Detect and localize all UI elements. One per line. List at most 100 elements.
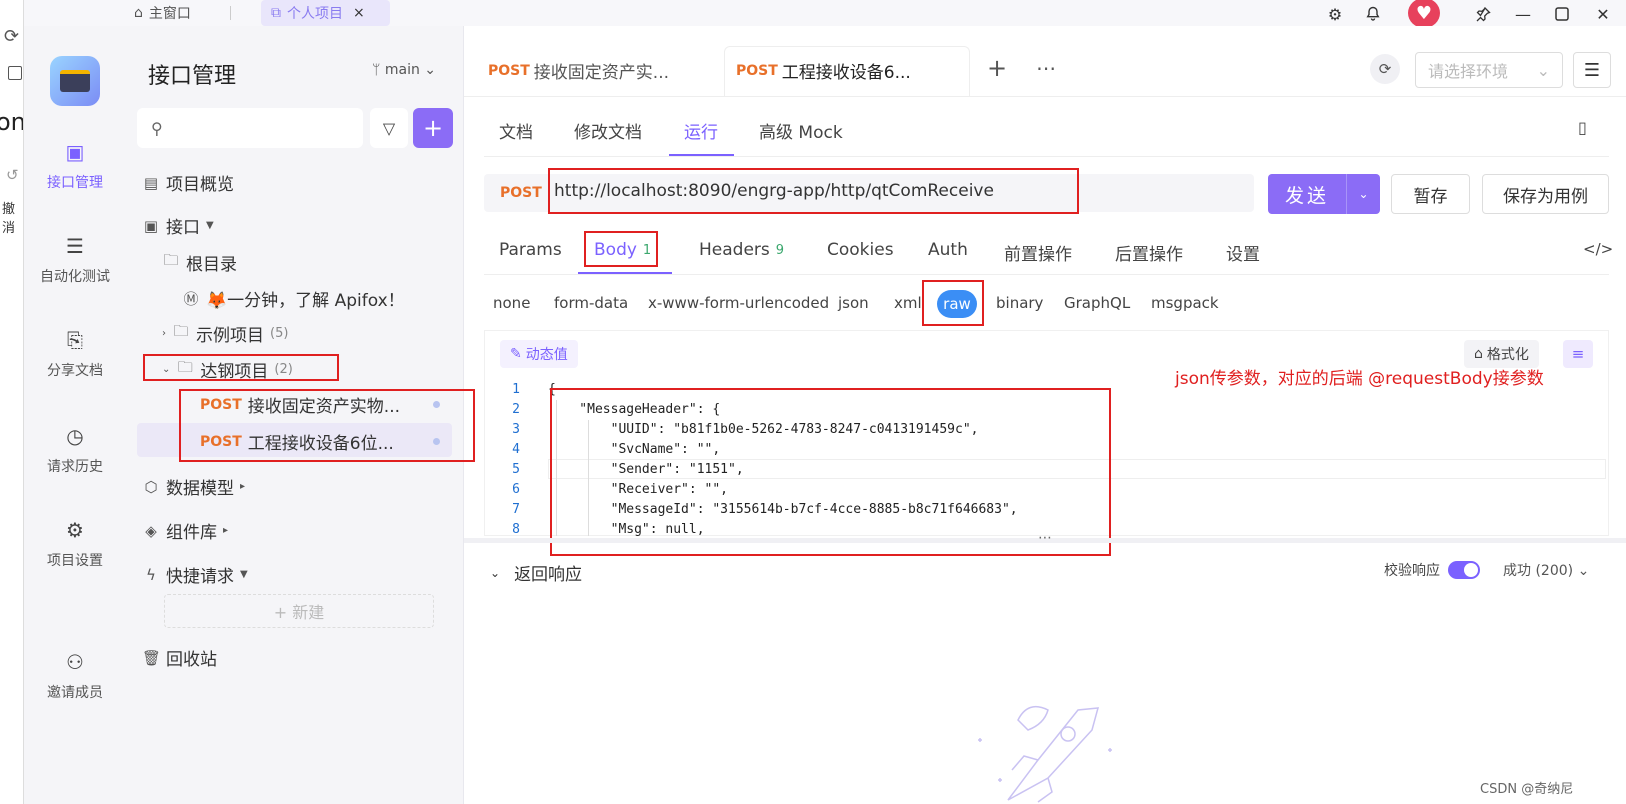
- tab-doc[interactable]: 文档: [499, 118, 533, 143]
- more-icon[interactable]: ⋯: [1036, 56, 1056, 80]
- verify-response[interactable]: 校验响应: [1384, 560, 1480, 580]
- body-type-binary[interactable]: binary: [996, 294, 1043, 312]
- send-label: 发送: [1284, 184, 1329, 207]
- gear-icon[interactable]: ⚙: [1324, 3, 1346, 25]
- chevron-right-icon[interactable]: ›: [162, 328, 166, 339]
- tab-api2[interactable]: POST 工程接收设备6...: [736, 58, 911, 84]
- pin-icon[interactable]: [1472, 3, 1494, 25]
- refresh-icon[interactable]: ⟳: [4, 26, 19, 47]
- lightning-icon: ϟ: [146, 565, 156, 584]
- wand-icon: ✎: [510, 346, 522, 362]
- body-type-msgpack[interactable]: msgpack: [1151, 294, 1219, 312]
- tab-mock[interactable]: 高级 Mock: [759, 118, 843, 143]
- verify-toggle[interactable]: [1448, 561, 1480, 579]
- search-input[interactable]: ⚲: [137, 108, 363, 148]
- tab-label: 前置操作: [1004, 245, 1072, 265]
- body-type-xml[interactable]: xml: [894, 294, 922, 312]
- filter-button[interactable]: ▽: [370, 108, 408, 148]
- tab-settings[interactable]: 设置: [1226, 240, 1260, 265]
- folder-icon: 🗀: [163, 251, 179, 269]
- tab-cookies[interactable]: Cookies: [827, 240, 894, 260]
- markdown-icon: Ⓜ: [183, 290, 199, 308]
- rail-item-automation[interactable]: ☰ 自动化测试: [24, 234, 126, 286]
- tab-body[interactable]: Body 1: [594, 240, 651, 260]
- branch-selector[interactable]: ᛘ main ⌄: [372, 62, 436, 78]
- body-type-urlencoded[interactable]: x-www-form-urlencoded: [648, 294, 829, 312]
- body-type-graphql[interactable]: GraphQL: [1064, 294, 1130, 312]
- cube-icon: ⬡: [144, 477, 158, 496]
- verify-label: 校验响应: [1384, 563, 1440, 579]
- project-tab[interactable]: ⧉ 个人项目 ×: [261, 0, 390, 26]
- tab-label: Cookies: [827, 240, 894, 260]
- tree-item-trash[interactable]: 🗑 回收站: [142, 645, 217, 671]
- tree-item-dagang[interactable]: ⌄ 🗀 达钢项目 (2): [162, 357, 293, 382]
- url-input[interactable]: http://localhost:8090/engrg-app/http/qtC…: [548, 168, 1079, 214]
- body-type-form-data[interactable]: form-data: [554, 294, 628, 312]
- status-select[interactable]: 成功 (200) ⌄: [1503, 560, 1589, 580]
- tree-label: 🦊一分钟，了解 Apifox！: [206, 291, 405, 311]
- rail-item-history[interactable]: ◷ 请求历史: [24, 424, 126, 476]
- folder-icon: 🗀: [173, 322, 189, 340]
- method-select[interactable]: POST: [500, 185, 542, 201]
- search-icon: ⚲: [151, 118, 163, 138]
- minimize-icon[interactable]: —: [1512, 3, 1534, 25]
- rail-item-share[interactable]: ⎘ 分享文档: [24, 328, 126, 380]
- chevron-down-icon[interactable]: ⌄: [1346, 174, 1380, 214]
- tree-item-intro[interactable]: Ⓜ 🦊一分钟，了解 Apifox！: [182, 286, 405, 311]
- status-label: 成功 (200): [1503, 563, 1574, 579]
- rail-item-settings[interactable]: ⚙ 项目设置: [24, 518, 126, 570]
- add-button[interactable]: +: [413, 108, 453, 148]
- save-case-button[interactable]: 保存为用例: [1482, 174, 1609, 214]
- tab-post[interactable]: 后置操作: [1115, 240, 1183, 265]
- close-window-icon[interactable]: ✕: [1592, 3, 1614, 25]
- tab-api1[interactable]: POST 接收固定资产实...: [488, 58, 669, 84]
- maximize-icon[interactable]: [1551, 3, 1573, 25]
- line-number: 3: [512, 422, 520, 437]
- tree-label: 快捷请求: [166, 567, 234, 587]
- tab-edit-doc[interactable]: 修改文档: [574, 118, 642, 143]
- close-icon[interactable]: ×: [353, 5, 365, 21]
- body-type-raw[interactable]: raw: [937, 290, 977, 318]
- code-icon[interactable]: </>: [1583, 240, 1613, 258]
- response-header[interactable]: ⌄ 返回响应: [490, 560, 582, 585]
- tab-auth[interactable]: Auth: [928, 240, 968, 260]
- tab-params[interactable]: Params: [499, 240, 562, 260]
- tree-item-models[interactable]: ⬡ 数据模型 ▸: [142, 474, 245, 500]
- tree-count: (2): [274, 362, 293, 377]
- tree-item-example[interactable]: › 🗀 示例项目 (5): [162, 321, 288, 346]
- new-tab-button[interactable]: +: [987, 54, 1007, 82]
- drag-dots-icon[interactable]: ⋯: [1038, 530, 1053, 546]
- wrap-icon[interactable]: ≡: [1563, 340, 1593, 368]
- save-temp-button[interactable]: 暂存: [1391, 174, 1470, 214]
- rail-item-invite[interactable]: ⚇ 邀请成员: [24, 650, 126, 702]
- tree-item-quick[interactable]: ϟ 快捷请求 ▼: [142, 562, 248, 588]
- tab-pre[interactable]: 前置操作: [1004, 240, 1072, 265]
- send-button[interactable]: 发送 ⌄: [1268, 174, 1380, 214]
- bell-icon[interactable]: [1362, 3, 1384, 25]
- line-number: 1: [512, 382, 520, 397]
- body-type-json[interactable]: json: [838, 294, 869, 312]
- tree-item-apis[interactable]: ▣ 接口 ▼: [142, 213, 214, 239]
- tab-label: 工程接收设备6...: [781, 63, 911, 83]
- rail-item-api[interactable]: ▣ 接口管理: [24, 140, 126, 192]
- side-panel-icon[interactable]: ▯: [1578, 118, 1587, 137]
- tab-run[interactable]: 运行: [684, 118, 718, 143]
- share-doc-icon: ⎘: [67, 328, 83, 352]
- folder-icon[interactable]: [8, 66, 22, 80]
- tree-label: 根目录: [186, 255, 237, 275]
- body-type-none[interactable]: none: [493, 294, 530, 312]
- undo-icon[interactable]: ↺: [6, 166, 19, 184]
- new-quick-request-button[interactable]: + 新建: [164, 594, 434, 628]
- environment-select[interactable]: 请选择环境 ⌄: [1415, 52, 1563, 88]
- tab-headers[interactable]: Headers 9: [699, 240, 784, 260]
- api-icon: ▣: [65, 140, 85, 164]
- tree-item-overview[interactable]: ▤ 项目概览: [142, 170, 234, 196]
- dynamic-value-button[interactable]: ✎ 动态值: [500, 340, 578, 368]
- refresh-icon[interactable]: ⟳: [1370, 54, 1400, 84]
- chevron-down-icon[interactable]: ⌄: [162, 364, 170, 375]
- tree-item-root[interactable]: 🗀 根目录: [162, 250, 237, 275]
- tree-item-components[interactable]: ◈ 组件库 ▸: [142, 518, 228, 544]
- branch-icon: ᛘ: [372, 62, 381, 78]
- menu-icon[interactable]: ☰: [1573, 52, 1611, 88]
- home-tab[interactable]: ⌂ 主窗口: [134, 2, 191, 24]
